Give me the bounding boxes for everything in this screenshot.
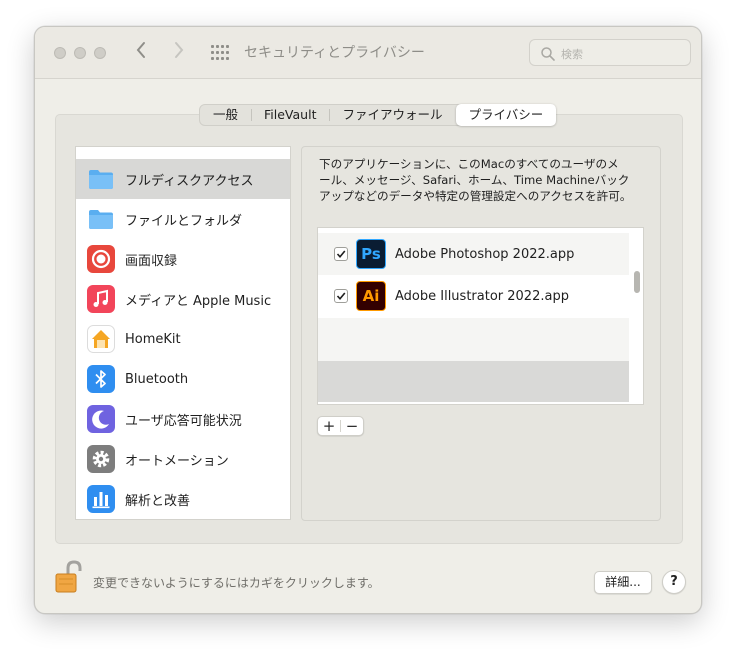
sidebar-item-label: Bluetooth [125, 371, 189, 387]
folder-icon [89, 170, 113, 189]
app-name: Adobe Illustrator 2022.app [395, 288, 569, 304]
sidebar-item-label: 画面収録 [125, 253, 178, 269]
details-button[interactable]: 詳細... [594, 571, 652, 594]
tab-general[interactable]: 一般 [200, 105, 251, 125]
lock-icon[interactable] [54, 559, 86, 595]
sidebar-item-label: フルディスクアクセス [125, 173, 254, 189]
app-checkbox[interactable] [334, 247, 348, 261]
add-remove-control: + − [317, 416, 364, 436]
lock-hint-text: 変更できないようにするにはカギをクリックします。 [93, 576, 380, 590]
sidebar-item-label: オートメーション [125, 453, 229, 469]
show-all-grid-icon[interactable] [211, 45, 230, 60]
gear-icon [87, 445, 115, 473]
app-checkbox[interactable] [334, 289, 348, 303]
privacy-category-list[interactable]: フルディスクアクセス ファイルとフォルダ 画面収録 メディアと Apple Mu… [75, 146, 291, 520]
list-empty-row [318, 318, 629, 361]
add-app-button[interactable]: + [318, 417, 340, 435]
chevron-right-icon [175, 42, 184, 58]
tab-filevault[interactable]: FileVault [251, 105, 329, 125]
window-title: セキュリティとプライバシー [244, 45, 425, 61]
tab-firewall[interactable]: ファイアウォール [329, 105, 455, 125]
description-line: アップなどのデータや特定の管理設定へのアクセスを許可。 [319, 189, 632, 203]
app-list[interactable]: Ps Adobe Photoshop 2022.app Ai Adobe Ill… [317, 227, 644, 405]
close-window-button[interactable] [54, 47, 66, 59]
back-button[interactable] [135, 40, 147, 66]
tab-bar: 一般 FileVault ファイアウォール プライバシー [199, 104, 557, 126]
sidebar-item-label: HomeKit [125, 331, 181, 347]
sidebar-item-media-apple-music[interactable]: メディアと Apple Music [76, 279, 290, 319]
search-placeholder: 検索 [561, 48, 583, 61]
zoom-window-button[interactable] [94, 47, 106, 59]
description-line: 下のアプリケーションに、このMacのすべてのユーザのメ [319, 157, 619, 171]
preferences-window: セキュリティとプライバシー 検索 一般 FileVault ファイアウォール プ… [34, 26, 702, 614]
app-row-illustrator[interactable]: Ai Adobe Illustrator 2022.app [318, 275, 629, 317]
checkmark-icon [336, 250, 346, 259]
minimize-window-button[interactable] [74, 47, 86, 59]
folder-icon [89, 210, 113, 229]
description-line: ール、メッセージ、Safari、ホーム、Time Machineバック [319, 173, 630, 187]
music-note-icon [87, 285, 115, 313]
search-icon [541, 47, 555, 61]
sidebar-item-label: ユーザ応答可能状況 [125, 413, 242, 429]
sidebar-item-label: ファイルとフォルダ [125, 213, 243, 229]
search-field[interactable]: 検索 [529, 39, 691, 66]
title-bar: セキュリティとプライバシー 検索 [35, 27, 701, 79]
checkmark-icon [336, 292, 346, 301]
access-description: 下のアプリケーションに、このMacのすべてのユーザのメ ール、メッセージ、Saf… [319, 156, 654, 204]
app-name: Adobe Photoshop 2022.app [395, 246, 575, 262]
sidebar-item-label: メディアと Apple Music [125, 293, 272, 309]
screen-recording-icon [87, 245, 115, 273]
chevron-left-icon [136, 42, 145, 58]
list-empty-row [318, 361, 629, 402]
bar-chart-icon [87, 485, 115, 513]
remove-app-button[interactable]: − [341, 417, 363, 435]
forward-button[interactable] [173, 40, 185, 66]
sidebar-item-analytics[interactable]: 解析と改善 [76, 479, 290, 519]
sidebar-item-label: 解析と改善 [125, 493, 191, 509]
sidebar-item-files-and-folders[interactable]: ファイルとフォルダ [76, 199, 290, 239]
photoshop-icon: Ps [356, 239, 386, 269]
tab-privacy[interactable]: プライバシー [455, 104, 557, 126]
sidebar-item-automation[interactable]: オートメーション [76, 439, 290, 479]
illustrator-icon: Ai [356, 281, 386, 311]
help-button[interactable]: ? [662, 570, 686, 594]
sidebar-item-full-disk-access[interactable]: フルディスクアクセス [76, 159, 290, 199]
app-list-scrollbar[interactable] [634, 271, 640, 293]
sidebar-item-bluetooth[interactable]: Bluetooth [76, 359, 290, 399]
app-row-photoshop[interactable]: Ps Adobe Photoshop 2022.app [318, 233, 629, 275]
bluetooth-icon [87, 365, 115, 393]
sidebar-item-homekit[interactable]: HomeKit [76, 319, 290, 359]
sidebar-item-focus-status[interactable]: ユーザ応答可能状況 [76, 399, 290, 439]
home-icon [87, 325, 115, 353]
moon-icon [87, 405, 115, 433]
sidebar-item-screen-recording[interactable]: 画面収録 [76, 239, 290, 279]
